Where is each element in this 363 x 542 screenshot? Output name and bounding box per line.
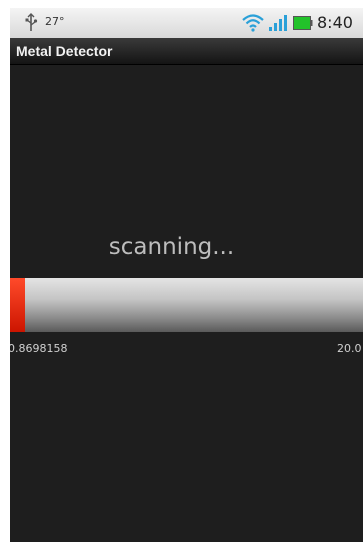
- wifi-icon: [242, 14, 264, 32]
- status-bar: 27° 8:40: [10, 8, 363, 38]
- meter-fill: [10, 278, 25, 332]
- clock-text: 8:40: [317, 13, 353, 32]
- meter-max-value: 20.0: [337, 342, 362, 355]
- battery-icon: [293, 16, 313, 30]
- detector-meter: [10, 278, 363, 332]
- signal-icon: [269, 15, 287, 31]
- phone-screen: 27° 8:40 Metal Detector 0.8698158 20.0: [10, 8, 363, 542]
- usb-icon: [25, 13, 38, 31]
- temperature-text: 27°: [45, 15, 65, 28]
- scanning-status: scanning...: [108, 234, 235, 260]
- app-title: Metal Detector: [16, 43, 113, 59]
- meter-min-value: 0.8698158: [10, 342, 68, 355]
- app-title-bar: Metal Detector: [10, 38, 363, 65]
